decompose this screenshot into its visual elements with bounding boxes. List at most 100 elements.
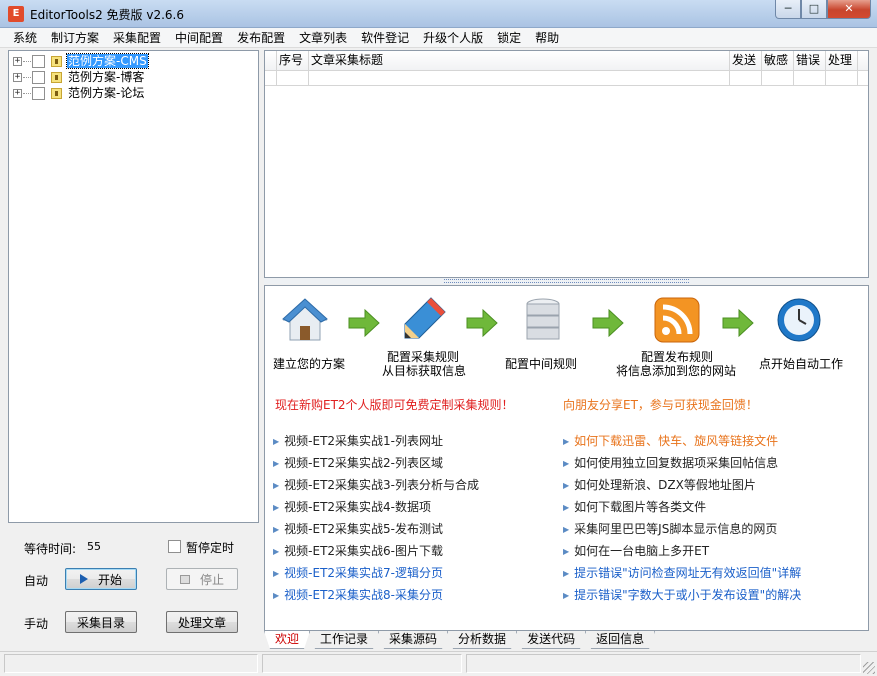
tutorial-link[interactable]: ▶ 视频-ET2采集实战8-采集分页 [273, 586, 443, 603]
column-header-title[interactable]: 文章采集标题 [309, 51, 730, 70]
tab-return-info[interactable]: 返回信息 [585, 631, 655, 649]
step-sublabel: 将信息添加到您的网站 [615, 364, 736, 378]
help-link[interactable]: ▶ 提示错误"字数大于或小于发布设置"的解决 [563, 586, 801, 603]
menu-system[interactable]: 系统 [6, 28, 44, 47]
clock-icon[interactable] [775, 296, 823, 344]
column-header-sent[interactable]: 发送 [730, 51, 762, 70]
maximize-button[interactable]: □ [801, 0, 827, 19]
menu-help[interactable]: 帮助 [528, 28, 566, 47]
tree-item[interactable]: + 范例方案-博客 [13, 69, 145, 85]
arrow-right-icon [592, 308, 624, 338]
process-article-button[interactable]: 处理文章 [166, 611, 238, 633]
column-header-sensitive[interactable]: 敏感 [762, 51, 794, 70]
status-cell-middle [262, 654, 462, 673]
tree-item-label[interactable]: 范例方案-博客 [67, 70, 145, 84]
stop-button[interactable]: 停止 [166, 568, 238, 590]
menu-register[interactable]: 软件登记 [354, 28, 416, 47]
tree-item[interactable]: + 范例方案-CMS [13, 53, 149, 69]
tab-source-code[interactable]: 采集源码 [378, 631, 448, 649]
pause-timer-checkbox[interactable] [168, 540, 181, 553]
plan-icon [51, 87, 62, 99]
column-header-index[interactable]: 序号 [277, 51, 309, 70]
resize-grip[interactable] [863, 662, 875, 674]
tab-send-code[interactable]: 发送代码 [516, 631, 586, 649]
minimize-button[interactable]: ─ [775, 0, 801, 19]
status-cell-right [466, 654, 861, 673]
collect-list-button[interactable]: 采集目录 [65, 611, 137, 633]
help-link[interactable]: ▶ 提示错误"访问检查网址无有效返回值"详解 [563, 564, 801, 581]
tree-checkbox[interactable] [32, 70, 45, 84]
tree-checkbox[interactable] [32, 86, 45, 100]
menu-lock[interactable]: 锁定 [490, 28, 528, 47]
start-button[interactable]: 开始 [65, 568, 137, 590]
auto-label: 自动 [24, 574, 49, 588]
tutorial-link[interactable]: ▶ 视频-ET2采集实战3-列表分析与合成 [273, 476, 479, 493]
wait-time-value: 55 [87, 540, 101, 553]
stop-icon [179, 574, 190, 584]
panel-splitter[interactable] [264, 278, 869, 284]
tab-welcome[interactable]: 欢迎 [264, 631, 310, 649]
step-label: 配置发布规则 [640, 350, 713, 364]
column-header-process[interactable]: 处理 [826, 51, 858, 70]
menu-upgrade[interactable]: 升级个人版 [416, 28, 490, 47]
rss-icon[interactable] [653, 296, 701, 344]
wait-time-label: 等待时间: [24, 542, 77, 556]
play-icon [79, 574, 88, 584]
arrow-right-icon [466, 308, 498, 338]
pencil-icon[interactable] [401, 294, 449, 342]
help-link[interactable]: ▶ 采集阿里巴巴等JS脚本显示信息的网页 [563, 520, 777, 537]
help-link[interactable]: ▶ 如何在一台电脑上多开ET [563, 542, 709, 559]
tree-item[interactable]: + 范例方案-论坛 [13, 85, 145, 101]
expand-icon[interactable]: + [13, 56, 22, 66]
start-button-label: 开始 [97, 572, 122, 587]
plan-icon [51, 55, 62, 67]
house-icon[interactable] [281, 296, 329, 344]
grid-header: 序号 文章采集标题 发送 敏感 错误 处理 [265, 51, 868, 71]
step-label: 点开始自动工作 [759, 357, 844, 371]
plan-icon [51, 71, 62, 83]
pause-timer-label: 暂停定时 [186, 541, 235, 555]
bottom-tabs: 欢迎 工作记录 采集源码 分析数据 发送代码 返回信息 [264, 631, 654, 649]
tutorial-link[interactable]: ▶ 视频-ET2采集实战4-数据项 [273, 498, 431, 515]
help-link[interactable]: ▶ 如何处理新浪、DZX等假地址图片 [563, 476, 756, 493]
article-grid[interactable]: 序号 文章采集标题 发送 敏感 错误 处理 [264, 50, 869, 278]
splitter-grip[interactable] [444, 279, 689, 283]
expand-icon[interactable]: + [13, 88, 22, 98]
help-link[interactable]: ▶ 如何下载迅雷、快车、旋风等链接文件 [563, 432, 778, 449]
promo-right[interactable]: 向朋友分享ET，参与可获现金回馈！ [563, 396, 758, 413]
window-title: EditorTools2 免费版 v2.6.6 [30, 8, 184, 22]
database-icon[interactable] [519, 296, 567, 344]
close-button[interactable]: ✕ [827, 0, 871, 19]
help-link[interactable]: ▶ 如何下载图片等各类文件 [563, 498, 706, 515]
tutorial-link[interactable]: ▶ 视频-ET2采集实战1-列表网址 [273, 432, 443, 449]
tab-analysis-data[interactable]: 分析数据 [447, 631, 517, 649]
tutorial-link[interactable]: ▶ 视频-ET2采集实战2-列表区域 [273, 454, 443, 471]
tutorial-link[interactable]: ▶ 视频-ET2采集实战5-发布测试 [273, 520, 443, 537]
title-bar: E EditorTools2 免费版 v2.6.6 ─ □ ✕ [0, 0, 877, 28]
status-cell-left [4, 654, 258, 673]
tab-work-log[interactable]: 工作记录 [309, 631, 379, 649]
tree-item-label[interactable]: 范例方案-论坛 [67, 86, 145, 100]
tutorial-link[interactable]: ▶ 视频-ET2采集实战7-逻辑分页 [273, 564, 443, 581]
app-icon: E [8, 6, 24, 22]
tree-checkbox[interactable] [32, 54, 45, 68]
stop-button-label: 停止 [199, 572, 224, 587]
menu-publish-config[interactable]: 发布配置 [230, 28, 292, 47]
expand-icon[interactable]: + [13, 72, 22, 82]
tree-item-label[interactable]: 范例方案-CMS [66, 53, 149, 69]
tutorial-link[interactable]: ▶ 视频-ET2采集实战6-图片下载 [273, 542, 443, 559]
status-bar [0, 651, 877, 676]
menu-article-list[interactable]: 文章列表 [292, 28, 354, 47]
step-label: 建立您的方案 [273, 357, 346, 371]
menu-plan[interactable]: 制订方案 [44, 28, 106, 47]
menu-collect-config[interactable]: 采集配置 [106, 28, 168, 47]
table-row[interactable] [265, 71, 868, 86]
help-link[interactable]: ▶ 如何使用独立回复数据项采集回帖信息 [563, 454, 778, 471]
step-sublabel: 从目标获取信息 [381, 364, 466, 378]
column-header-error[interactable]: 错误 [794, 51, 826, 70]
arrow-right-icon [348, 308, 380, 338]
plan-tree[interactable]: + 范例方案-CMS + 范例方案-博客 + 范例方案-论坛 [8, 50, 259, 523]
promo-left[interactable]: 现在新购ET2个人版即可免费定制采集规则！ [275, 396, 514, 413]
menu-middle-config[interactable]: 中间配置 [168, 28, 230, 47]
manual-label: 手动 [24, 617, 49, 631]
